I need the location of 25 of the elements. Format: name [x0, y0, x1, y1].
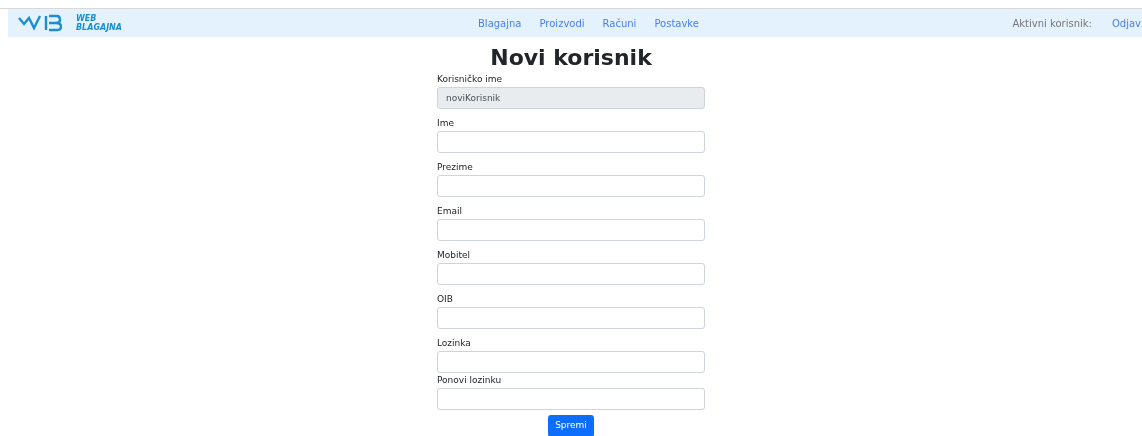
field-label: Ime: [437, 117, 455, 129]
nav-link[interactable]: Postavke: [654, 15, 699, 31]
field-label: Korisničko ime: [437, 73, 504, 85]
input-field[interactable]: [437, 131, 705, 153]
input-field[interactable]: [437, 219, 705, 241]
input-field[interactable]: [437, 388, 705, 410]
active-user-label: Aktivni korisnik:: [1012, 16, 1092, 31]
nav-link[interactable]: Blagajna: [478, 15, 522, 31]
field-label: OIB: [437, 293, 454, 305]
page-title: Novi korisnik: [489, 45, 653, 71]
input-field[interactable]: [437, 351, 705, 373]
brand-name: WEB BLAGAJNA: [76, 14, 122, 32]
logout-link[interactable]: Odjav: [1111, 15, 1142, 31]
field-label: Prezime: [437, 161, 474, 173]
nav-link[interactable]: Računi: [602, 15, 637, 31]
logo-icon: [18, 14, 62, 32]
save-button[interactable]: Spremi: [548, 415, 594, 436]
field-label: Mobitel: [437, 249, 472, 261]
input-field[interactable]: [437, 307, 705, 329]
field-label: Email: [437, 205, 463, 217]
input-field[interactable]: [437, 175, 705, 197]
nav-link[interactable]: Proizvodi: [539, 15, 585, 31]
input-field[interactable]: [437, 263, 705, 285]
field-label: Ponovi lozinku: [437, 374, 503, 386]
field-label: Lozinka: [437, 337, 472, 349]
